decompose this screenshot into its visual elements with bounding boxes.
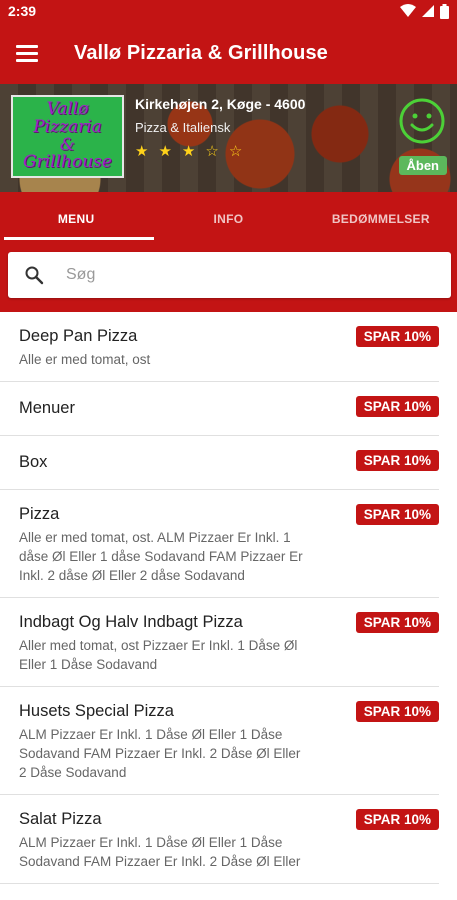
tab-bar: MENU INFO BEDØMMELSER — [0, 192, 457, 246]
discount-badge: SPAR 10% — [355, 701, 439, 722]
menu-category-item[interactable]: Menuer SPAR 10% — [0, 382, 439, 436]
wifi-icon — [400, 4, 416, 17]
menu-category-title: Indbagt Og Halv Indbagt Pizza — [19, 613, 243, 631]
discount-badge: SPAR 10% — [355, 326, 439, 347]
menu-category-item[interactable]: Box SPAR 10% — [0, 436, 439, 490]
tab-reviews[interactable]: BEDØMMELSER — [305, 192, 457, 246]
battery-icon — [440, 3, 449, 19]
discount-badge: SPAR 10% — [355, 504, 439, 525]
star-filled-icon: ★ — [135, 143, 149, 160]
restaurant-category: Pizza & Italiensk — [135, 120, 231, 135]
restaurant-logo: Vallø Pizzaria & Grillhouse — [11, 95, 124, 178]
app-bar: Vallø Pizzaria & Grillhouse — [0, 22, 457, 84]
menu-category-title: Husets Special Pizza — [19, 702, 174, 720]
star-filled-icon: ★ — [181, 143, 196, 160]
status-icons — [400, 3, 449, 19]
menu-category-item[interactable]: Deep Pan Pizza Alle er med tomat, ost SP… — [0, 312, 439, 382]
menu-category-title: Box — [19, 453, 48, 471]
rating-stars: ★ ★ ★ ☆ ☆ — [135, 142, 305, 160]
restaurant-banner: Vallø Pizzaria & Grillhouse Kirkehøjen 2… — [0, 84, 457, 192]
menu-category-title: Deep Pan Pizza — [19, 327, 138, 345]
open-status-badge: Åben — [398, 156, 447, 175]
menu-category-description: Alle er med tomat, ost — [19, 352, 151, 367]
search-box[interactable] — [8, 252, 451, 298]
menu-category-description: Aller med tomat, ost Pizzaer Er Inkl. 1 … — [19, 638, 298, 672]
menu-list: Deep Pan Pizza Alle er med tomat, ost SP… — [0, 312, 457, 884]
search-container — [0, 246, 457, 312]
smiley-icon — [399, 98, 445, 144]
menu-category-item[interactable]: Pizza Alle er med tomat, ost. ALM Pizzae… — [0, 490, 439, 598]
menu-category-item[interactable]: Salat Pizza ALM Pizzaer Er Inkl. 1 Dåse … — [0, 795, 439, 884]
star-filled-icon: ★ — [158, 143, 172, 160]
menu-category-title: Salat Pizza — [19, 810, 102, 828]
search-icon — [25, 266, 44, 285]
discount-badge: SPAR 10% — [355, 450, 439, 471]
menu-category-item[interactable]: Husets Special Pizza ALM Pizzaer Er Inkl… — [0, 687, 439, 795]
menu-category-description: ALM Pizzaer Er Inkl. 1 Dåse Øl Eller 1 D… — [19, 727, 301, 780]
menu-category-description: Alle er med tomat, ost. ALM Pizzaer Er I… — [19, 530, 303, 583]
discount-badge: SPAR 10% — [355, 809, 439, 830]
star-empty-icon: ☆ — [228, 143, 243, 160]
search-input[interactable] — [66, 266, 435, 284]
discount-badge: SPAR 10% — [355, 612, 439, 633]
menu-icon[interactable] — [16, 39, 44, 67]
menu-category-title: Pizza — [19, 505, 60, 523]
signal-icon — [422, 5, 434, 17]
menu-category-item[interactable]: Indbagt Og Halv Indbagt Pizza Aller med … — [0, 598, 439, 687]
menu-category-title: Menuer — [19, 399, 75, 417]
status-bar: 2:39 — [0, 0, 457, 22]
tab-indicator — [4, 237, 154, 240]
restaurant-info: Kirkehøjen 2, Køge - 4600 Pizza & Italie… — [135, 96, 305, 160]
discount-badge: SPAR 10% — [355, 396, 439, 417]
app-title: Vallø Pizzaria & Grillhouse — [74, 41, 328, 64]
restaurant-address: Kirkehøjen 2, Køge - 4600 — [135, 96, 306, 112]
tab-info[interactable]: INFO — [152, 192, 304, 246]
menu-category-description: ALM Pizzaer Er Inkl. 1 Dåse Øl Eller 1 D… — [19, 835, 301, 869]
star-empty-icon: ☆ — [205, 143, 219, 160]
status-time: 2:39 — [8, 3, 37, 19]
